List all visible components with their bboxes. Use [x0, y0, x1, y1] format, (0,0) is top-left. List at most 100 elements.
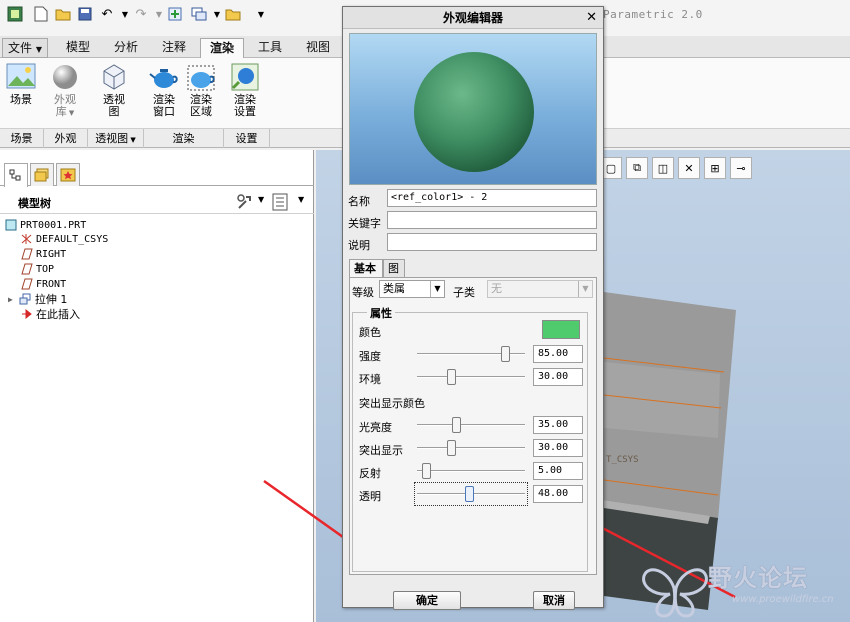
regenerate-icon[interactable] — [166, 5, 184, 23]
tree-show-icon[interactable] — [272, 193, 290, 211]
group-appearance: 外观 — [44, 129, 88, 148]
annotation-display-icon[interactable]: ⊸ — [730, 157, 752, 179]
tab-view[interactable]: 视图 — [298, 38, 338, 58]
spin-center-icon[interactable]: ⊞ — [704, 157, 726, 179]
group-perspective[interactable]: 透视图 ▼ — [88, 129, 144, 148]
class-select-value: 类属 — [383, 282, 405, 295]
reflection-slider[interactable] — [417, 462, 525, 480]
description-field[interactable] — [387, 233, 597, 251]
intensity-slider[interactable] — [417, 345, 525, 363]
transparency-field[interactable]: 48.00 — [533, 485, 583, 503]
slider-thumb[interactable] — [464, 486, 474, 502]
reflection-label: 反射 — [359, 467, 381, 480]
cancel-button[interactable]: 取消 — [533, 591, 575, 610]
slider-thumb[interactable] — [446, 369, 456, 385]
ok-button[interactable]: 确定 — [393, 591, 461, 610]
subclass-select[interactable]: 无 ▼ — [487, 280, 593, 298]
class-label: 等级 — [352, 286, 374, 299]
transparency-slider[interactable] — [414, 482, 528, 506]
tree-show-dropdown-icon[interactable]: ▼ — [298, 195, 304, 204]
subclass-select-value: 无 — [491, 282, 502, 295]
keyword-field[interactable] — [387, 211, 597, 229]
tree-item-top[interactable]: TOP — [20, 262, 54, 276]
redo-icon[interactable]: ↷ — [132, 5, 150, 23]
new-file-icon[interactable] — [32, 5, 50, 23]
slider-thumb[interactable] — [421, 463, 431, 479]
tree-item-csys[interactable]: DEFAULT_CSYS — [20, 232, 108, 246]
color-swatch-button[interactable] — [542, 320, 580, 339]
tree-item-label: RIGHT — [36, 248, 67, 260]
group-setup: 设置 — [224, 129, 270, 148]
highlight-slider[interactable] — [417, 439, 525, 457]
expand-arrow-icon[interactable]: ▶ — [8, 295, 13, 304]
datum-plane-icon — [20, 248, 33, 260]
ambient-slider[interactable] — [417, 368, 525, 386]
save-icon[interactable] — [76, 5, 94, 23]
favorites-icon — [60, 168, 76, 182]
display-style-icon[interactable]: ◫ — [652, 157, 674, 179]
perspective-view-button[interactable]: 透视 图 — [96, 62, 132, 118]
group-scene: 场景 — [0, 129, 44, 148]
render-teapot-icon — [149, 62, 179, 92]
tab-analysis[interactable]: 分析 — [106, 38, 146, 58]
tree-settings-dropdown-icon[interactable]: ▼ — [258, 195, 264, 204]
windows-icon[interactable] — [190, 5, 208, 23]
tab-render[interactable]: 渲染 — [200, 38, 244, 58]
render-region-button[interactable]: 渲染 区域 — [184, 62, 218, 118]
model-tree-header: 模型树 ▼ ▼ — [0, 190, 314, 214]
open-folder-icon[interactable] — [54, 5, 72, 23]
tree-item-part[interactable]: PRT0001.PRT — [4, 218, 86, 232]
tab-annotate[interactable]: 注释 — [154, 38, 194, 58]
tree-settings-icon[interactable] — [236, 193, 254, 211]
shininess-slider[interactable] — [417, 416, 525, 434]
close-window-icon[interactable] — [224, 5, 242, 23]
folder-browser-icon — [34, 168, 49, 182]
favorites-tab[interactable] — [56, 163, 80, 186]
tree-item-extrude[interactable]: ▶ 拉伸 1 — [8, 292, 67, 306]
slider-track — [417, 447, 525, 449]
app-logo-icon[interactable] — [6, 5, 24, 23]
tab-model[interactable]: 模型 — [58, 38, 98, 58]
saved-views-icon[interactable]: ⧉ — [626, 157, 648, 179]
slider-thumb[interactable] — [501, 346, 511, 362]
datum-display-icon[interactable]: ✕ — [678, 157, 700, 179]
scene-icon — [6, 62, 36, 92]
undo-icon[interactable]: ↶ — [98, 5, 116, 23]
shininess-field[interactable]: 35.00 — [533, 416, 583, 434]
highlight-field[interactable]: 30.00 — [533, 439, 583, 457]
tree-item-front[interactable]: FRONT — [20, 277, 66, 291]
tree-item-right[interactable]: RIGHT — [20, 247, 66, 261]
reflection-field[interactable]: 5.00 — [533, 462, 583, 480]
view-toolbar: ▢ ⧉ ◫ ✕ ⊞ ⊸ — [600, 157, 752, 181]
appearance-library-button[interactable]: 外观 库 ▼ — [48, 62, 82, 119]
description-label: 说明 — [348, 239, 370, 252]
preview-sphere — [414, 52, 534, 172]
close-icon[interactable]: ✕ — [586, 10, 597, 25]
model-tree-tab[interactable] — [4, 163, 28, 187]
tree-item-insert-here[interactable]: 在此插入 — [20, 307, 80, 321]
slider-thumb[interactable] — [451, 417, 461, 433]
group-render: 渲染 — [144, 129, 224, 148]
tab-file[interactable]: 文件 ▼ — [2, 38, 48, 58]
tab-basic[interactable]: 基本 — [349, 259, 383, 277]
slider-track — [417, 470, 525, 472]
ambient-field[interactable]: 30.00 — [533, 368, 583, 386]
tab-tools[interactable]: 工具 — [250, 38, 290, 58]
render-setup-label-2: 设置 — [234, 105, 256, 118]
customize-toolbar-dropdown-icon[interactable]: ▼ — [252, 5, 270, 23]
subclass-label: 子类 — [453, 286, 475, 299]
tab-map[interactable]: 图 — [383, 259, 405, 277]
app-title: Parametric 2.0 — [603, 8, 703, 21]
intensity-field[interactable]: 85.00 — [533, 345, 583, 363]
appearance-library-label-2: 库 ▼ — [55, 105, 75, 118]
scene-button[interactable]: 场景 — [4, 62, 38, 106]
name-field[interactable]: <ref_color1> - 2 — [387, 189, 597, 207]
butterfly-logo-icon — [642, 568, 708, 618]
perspective-cube-icon — [99, 62, 129, 92]
tree-item-label: TOP — [36, 263, 55, 275]
class-select[interactable]: 类属 ▼ — [379, 280, 445, 298]
render-setup-button[interactable]: 渲染 设置 — [228, 62, 262, 118]
folder-browser-tab[interactable] — [30, 163, 54, 186]
slider-thumb[interactable] — [446, 440, 456, 456]
render-window-button[interactable]: 渲染 窗口 — [146, 62, 182, 118]
